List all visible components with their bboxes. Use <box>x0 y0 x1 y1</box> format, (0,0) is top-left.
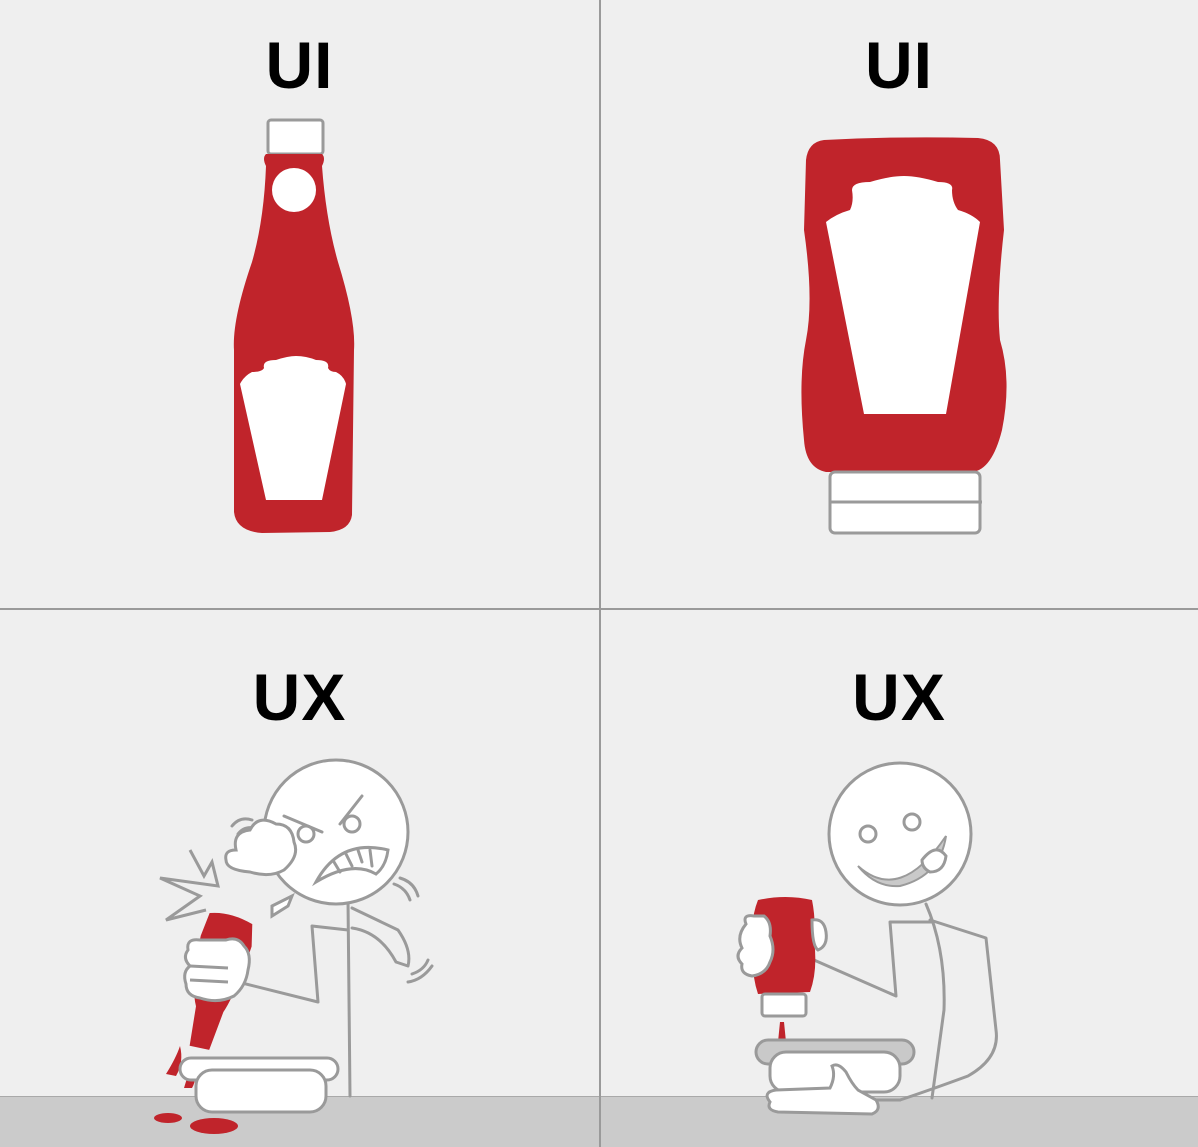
squeeze-ketchup-bottle <box>801 137 1007 535</box>
glass-ketchup-bottle <box>233 118 355 533</box>
bottle-cap <box>266 118 325 156</box>
figure-arm-back <box>898 918 998 1102</box>
angry-figure-scene <box>154 758 434 1134</box>
panel-squeeze-bottle-ux: UX <box>600 610 1198 1147</box>
impact-burst <box>159 849 220 922</box>
figure-arm-bottle <box>812 920 934 998</box>
neck-label-circle <box>272 168 316 212</box>
panel-glass-bottle-ui: UI <box>0 0 599 609</box>
thumb <box>810 918 828 952</box>
figure-body <box>924 902 946 1100</box>
hand-holding-bottle <box>183 937 251 1003</box>
panel-squeeze-bottle-ui: UI <box>600 0 1198 609</box>
motion-mark <box>392 882 412 902</box>
fist-near-face <box>224 818 298 877</box>
panel-glass-bottle-ux: UX <box>0 610 599 1147</box>
ketchup-puddle <box>190 1118 238 1134</box>
comic-grid: UI UI UX UX <box>0 0 1198 1147</box>
hand-holding-bottle <box>736 914 775 978</box>
happy-figure-scene <box>736 761 998 1116</box>
panel-divider-vertical <box>599 0 601 1147</box>
held-bottle-cap <box>760 992 808 1018</box>
ketchup-splat <box>154 1113 182 1123</box>
wrist <box>270 892 295 919</box>
hot-dog-bun <box>194 1068 328 1114</box>
figure-arm-bottle <box>236 924 350 1004</box>
panel-divider-horizontal <box>0 608 1198 610</box>
figure-arm-shoulder <box>350 906 411 968</box>
motion-mark <box>230 817 254 828</box>
